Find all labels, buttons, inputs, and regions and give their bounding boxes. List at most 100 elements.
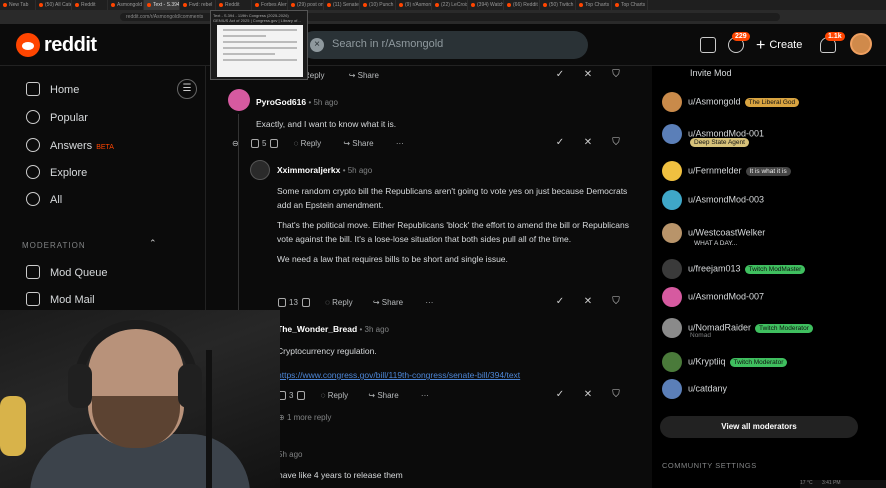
browser-tab[interactable]: (66) Reddit xyxy=(504,0,540,10)
remove-icon[interactable]: ✕ xyxy=(578,65,598,85)
downvote-icon[interactable] xyxy=(297,391,306,401)
advertise-icon[interactable] xyxy=(700,37,716,53)
moderator-row[interactable]: u/Asmongold The Liberal God xyxy=(662,92,800,112)
browser-tab[interactable]: (29) post on xyxy=(288,0,324,10)
more-replies-link[interactable]: ⊕ 1 more reply xyxy=(278,413,331,422)
browser-tab[interactable]: (9) r/Asmon xyxy=(396,0,432,10)
moderator-name[interactable]: u/AsmondMod-001 xyxy=(688,128,764,138)
username[interactable]: PyroGod616 xyxy=(256,97,306,107)
avatar[interactable] xyxy=(662,379,682,399)
remove-icon[interactable]: ✕ xyxy=(578,292,598,312)
avatar[interactable] xyxy=(662,190,682,210)
moderator-name[interactable]: u/Asmongold xyxy=(688,96,741,106)
approve-icon[interactable]: ✓ xyxy=(550,65,570,85)
browser-tab[interactable]: Reddit xyxy=(72,0,108,10)
user-avatar[interactable] xyxy=(850,33,872,55)
shield-icon[interactable]: ⛉ xyxy=(606,292,626,312)
browser-tab[interactable]: Text - S.394 xyxy=(144,0,180,10)
moderator-name[interactable]: u/WestcoastWelker xyxy=(688,227,765,237)
moderator-row[interactable]: u/WestcoastWelker WHAT A DAY... xyxy=(662,223,765,248)
reply-button[interactable]: Reply xyxy=(301,139,321,148)
moderator-name[interactable]: u/AsmondMod-007 xyxy=(688,291,764,301)
search-input[interactable]: × Search in r/Asmongold xyxy=(300,31,588,59)
browser-tab[interactable]: (50) All Catego xyxy=(36,0,72,10)
shield-icon[interactable]: ⛉ xyxy=(606,133,626,153)
approve-icon[interactable]: ✓ xyxy=(550,385,570,405)
upvote-icon[interactable] xyxy=(278,298,286,308)
downvote-icon[interactable] xyxy=(270,139,279,149)
share-button[interactable]: Share xyxy=(382,298,403,307)
browser-tab[interactable]: Top Charts xyxy=(612,0,648,10)
tab-label: (11) Senate xyxy=(333,2,359,8)
avatar[interactable] xyxy=(662,161,682,181)
avatar[interactable] xyxy=(662,318,682,338)
moderator-row[interactable]: u/Kryptiiq Twitch Moderator xyxy=(662,352,788,372)
comment-author[interactable]: PyroGod616 • 5h ago xyxy=(256,97,338,107)
reply-button[interactable]: Reply xyxy=(328,391,348,400)
browser-tab[interactable]: Asmongold xyxy=(108,0,144,10)
collapse-sidebar-button[interactable]: ☰ xyxy=(177,79,197,99)
upvote-icon[interactable] xyxy=(250,139,259,149)
browser-tab[interactable]: New Tab xyxy=(0,0,36,10)
reply-button[interactable]: Reply xyxy=(332,298,352,307)
browser-tab[interactable]: (394) Watch xyxy=(468,0,504,10)
share-button[interactable]: Share xyxy=(377,391,398,400)
browser-tab[interactable]: Reddit xyxy=(216,0,252,10)
moderator-row[interactable]: u/Fernmelder It is what it is xyxy=(662,161,791,181)
tab-favicon-icon xyxy=(363,2,367,7)
reddit-logo-icon[interactable] xyxy=(16,33,40,57)
more-options-button[interactable]: ··· xyxy=(396,139,404,148)
moderator-name[interactable]: u/Kryptiiq xyxy=(688,356,726,366)
remove-icon[interactable]: ✕ xyxy=(578,385,598,405)
invite-mod-button[interactable]: Invite Mod xyxy=(690,68,732,78)
search-clear-icon[interactable]: × xyxy=(310,38,324,52)
create-button[interactable]: + Create xyxy=(756,37,802,55)
moderator-name[interactable]: u/AsmondMod-003 xyxy=(688,194,764,204)
comment-author[interactable]: The_Wonder_Bread • 3h ago xyxy=(277,324,389,334)
browser-tab[interactable]: Fwd: rebel xyxy=(180,0,216,10)
avatar[interactable] xyxy=(662,259,682,279)
username[interactable]: The_Wonder_Bread xyxy=(277,324,357,334)
moderator-name[interactable]: u/freejam013 xyxy=(688,263,741,273)
moderator-row[interactable]: u/AsmondMod-001 Deep State Agent xyxy=(662,124,764,147)
congress-link[interactable]: https://www.congress.gov/bill/119th-cong… xyxy=(277,368,637,382)
share-button[interactable]: Share xyxy=(358,71,379,80)
moderator-name[interactable]: u/Fernmelder xyxy=(688,165,742,175)
browser-tab[interactable]: (50) Twitch xyxy=(540,0,576,10)
brand-wordmark[interactable]: reddit xyxy=(44,34,97,57)
browser-tab[interactable]: (22) LeCroix xyxy=(432,0,468,10)
moderator-row[interactable]: u/AsmondMod-007 xyxy=(662,287,764,307)
avatar[interactable] xyxy=(662,124,682,144)
approve-icon[interactable]: ✓ xyxy=(550,133,570,153)
browser-tab[interactable]: Forbes Alert xyxy=(252,0,288,10)
browser-tab[interactable]: (11) Senate xyxy=(324,0,360,10)
comment-author[interactable]: Xximmoraljerkx • 5h ago xyxy=(277,165,372,175)
avatar[interactable] xyxy=(662,287,682,307)
browser-tab[interactable]: (10) Punch Bow xyxy=(360,0,396,10)
more-options-button[interactable]: ··· xyxy=(425,298,433,307)
share-button[interactable]: Share xyxy=(352,139,373,148)
avatar[interactable] xyxy=(662,223,682,243)
chevron-up-icon[interactable]: ⌃ xyxy=(149,238,157,249)
avatar[interactable] xyxy=(662,92,682,112)
moderator-row[interactable]: u/freejam013 Twitch ModMaster xyxy=(662,259,806,279)
approve-icon[interactable]: ✓ xyxy=(550,292,570,312)
avatar[interactable] xyxy=(662,352,682,372)
moderator-row[interactable]: u/AsmondMod-003 xyxy=(662,190,764,210)
moderator-row[interactable]: u/catdany xyxy=(662,379,727,399)
address-bar[interactable]: reddit.com/r/Asmongold/comments xyxy=(0,10,886,24)
moderator-row[interactable]: u/NomadRaider Twitch Moderator Nomad xyxy=(662,318,813,339)
browser-tab[interactable]: Top Charts xyxy=(576,0,612,10)
remove-icon[interactable]: ✕ xyxy=(578,133,598,153)
downvote-icon[interactable] xyxy=(301,298,310,308)
avatar[interactable] xyxy=(250,160,270,180)
avatar[interactable] xyxy=(228,89,250,111)
collapse-icon[interactable]: ⊖ xyxy=(232,139,239,148)
username[interactable]: Xximmoraljerkx xyxy=(277,165,340,175)
shield-icon[interactable]: ⛉ xyxy=(606,65,626,85)
shield-icon[interactable]: ⛉ xyxy=(606,385,626,405)
moderator-name[interactable]: u/catdany xyxy=(688,383,727,393)
view-all-moderators-button[interactable]: View all moderators xyxy=(660,416,858,438)
moderator-name[interactable]: u/NomadRaider xyxy=(688,322,751,332)
more-options-button[interactable]: ··· xyxy=(421,391,429,400)
